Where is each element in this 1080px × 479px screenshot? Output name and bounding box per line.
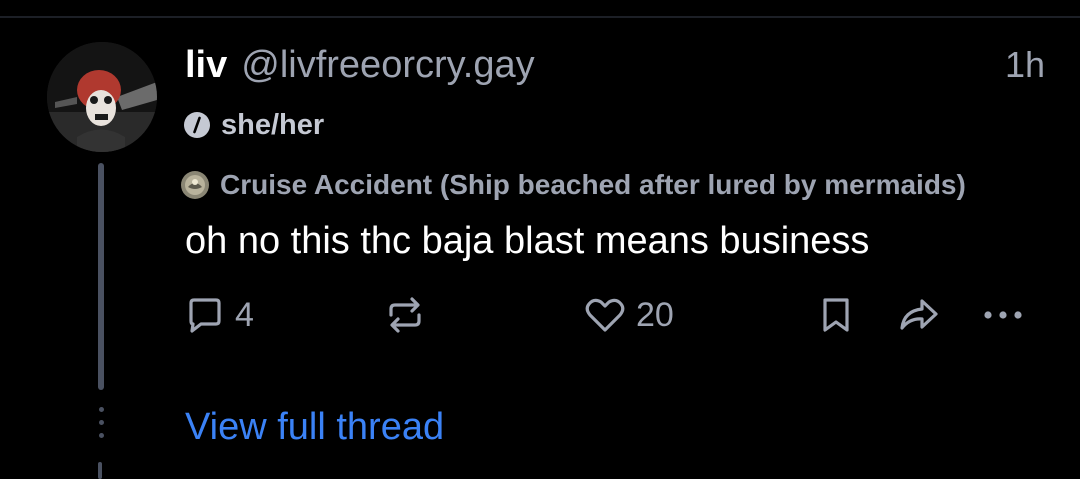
top-divider: [0, 16, 1080, 18]
author-handle[interactable]: @livfreeorcry.gay: [241, 44, 534, 87]
thread-dots: [96, 407, 106, 438]
reply-count: 4: [235, 295, 254, 334]
pronoun-row: she/her: [183, 106, 324, 144]
label-text: Cruise Accident (Ship beached after lure…: [220, 169, 966, 200]
heart-icon: [584, 295, 626, 335]
share-icon: [896, 295, 942, 335]
post-header: liv @livfreeorcry.gay 1h: [185, 40, 1045, 90]
view-full-thread-link[interactable]: View full thread: [185, 406, 444, 449]
post-timestamp[interactable]: 1h: [1005, 44, 1045, 86]
avatar-image: [47, 42, 157, 152]
more-options-button[interactable]: [980, 292, 1026, 338]
thread-line: [98, 163, 104, 390]
bookmark-button[interactable]: [818, 292, 854, 338]
reply-icon: [185, 295, 225, 335]
repost-icon: [383, 295, 427, 335]
author-pronouns: she/her: [221, 108, 325, 141]
content-label[interactable]: Cruise Accident (Ship beached after lure…: [180, 165, 966, 205]
author-display-name[interactable]: liv: [185, 44, 227, 87]
reply-button[interactable]: 4: [185, 292, 254, 338]
like-button[interactable]: 20: [584, 292, 674, 338]
avatar[interactable]: [47, 42, 157, 152]
like-count: 20: [636, 295, 674, 334]
pronoun-icon: [183, 111, 211, 139]
more-dots-icon: [980, 295, 1026, 335]
share-button[interactable]: [896, 292, 942, 338]
label-badge-icon: [180, 170, 210, 200]
thread-line-tail: [98, 462, 102, 479]
repost-button[interactable]: [383, 292, 437, 338]
bookmark-icon: [818, 295, 854, 335]
post-text: oh no this thc baja blast means business: [185, 220, 870, 262]
